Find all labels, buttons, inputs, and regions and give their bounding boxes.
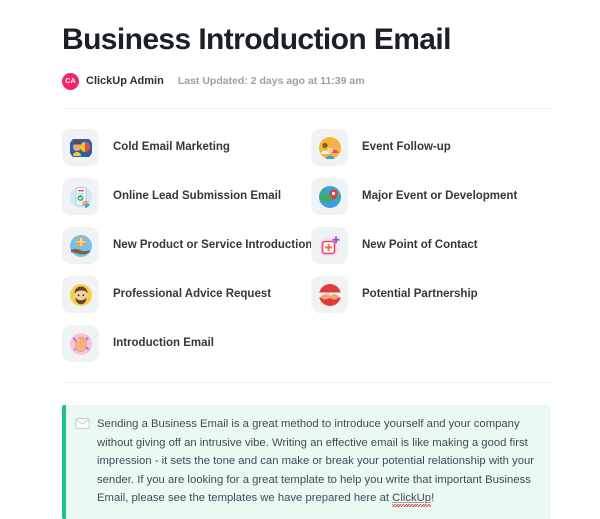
document-page: Business Introduction Email CA ClickUp A… [0, 0, 600, 519]
icon-tile [62, 129, 99, 167]
author-name: ClickUp Admin [86, 75, 164, 88]
handshake-icon [318, 283, 341, 306]
icon-tile [311, 178, 348, 216]
document-meta: CA ClickUp Admin Last Updated: 2 days ag… [62, 71, 551, 91]
page-title: Business Introduction Email [62, 23, 451, 56]
add-contact-plus-icon [318, 236, 340, 257]
list-item-label: Event Follow-up [362, 140, 451, 153]
document-content: Business Introduction Email CA ClickUp A… [62, 0, 551, 519]
icon-tile [311, 276, 348, 314]
icon-tile [311, 129, 348, 167]
icon-tile [62, 178, 99, 216]
avatar[interactable]: CA [62, 72, 79, 90]
list-item-label: Cold Email Marketing [113, 140, 230, 153]
icon-tile [62, 227, 99, 265]
group-of-people-icon [318, 136, 341, 159]
list-item[interactable]: Event Follow-up [311, 123, 551, 172]
person-with-pie-chart-icon [69, 138, 92, 157]
list-item-label: Introduction Email [113, 336, 214, 349]
icon-tile [62, 276, 99, 314]
envelope-icon [75, 418, 90, 430]
mobile-form-hand-icon [69, 185, 92, 208]
list-item[interactable]: Cold Email Marketing [62, 123, 311, 172]
callout-text-part-1: Sending a Business Email is a great meth… [97, 418, 535, 505]
divider-top [62, 108, 551, 110]
hand-holding-box-icon [69, 234, 92, 257]
last-updated-text: Last Updated: 2 days ago at 11:39 am [177, 75, 365, 88]
list-item-label: Potential Partnership [362, 287, 478, 300]
callout-text-part-2: ! [431, 492, 435, 505]
callout-box: Sending a Business Email is a great meth… [62, 405, 551, 519]
globe-location-pin-icon [318, 185, 341, 208]
list-item[interactable]: Online Lead Submission Email [62, 172, 311, 221]
template-items-grid: Cold Email Marketing Event Follow-up Onl… [62, 123, 551, 368]
list-item[interactable]: Major Event or Development [311, 172, 551, 221]
icon-tile [62, 325, 99, 363]
waving-hand-icon [69, 332, 92, 355]
bearded-person-icon [69, 283, 92, 306]
list-item[interactable]: New Point of Contact [311, 221, 551, 270]
divider-bottom [62, 382, 551, 384]
icon-tile [311, 227, 348, 265]
list-item-label: Major Event or Development [362, 189, 518, 202]
list-item[interactable]: Professional Advice Request [62, 270, 311, 319]
list-item-label: Online Lead Submission Email [113, 189, 282, 202]
callout-text: Sending a Business Email is a great meth… [97, 415, 537, 507]
list-item[interactable]: Introduction Email [62, 319, 311, 368]
list-item[interactable]: New Product or Service Introduction [62, 221, 313, 270]
list-item[interactable]: Potential Partnership [311, 270, 551, 319]
list-item-label: Professional Advice Request [113, 287, 272, 300]
list-item-label: New Product or Service Introduction [113, 238, 313, 251]
list-item-label: New Point of Contact [362, 238, 478, 251]
clickup-link[interactable]: ClickUp [392, 492, 431, 504]
